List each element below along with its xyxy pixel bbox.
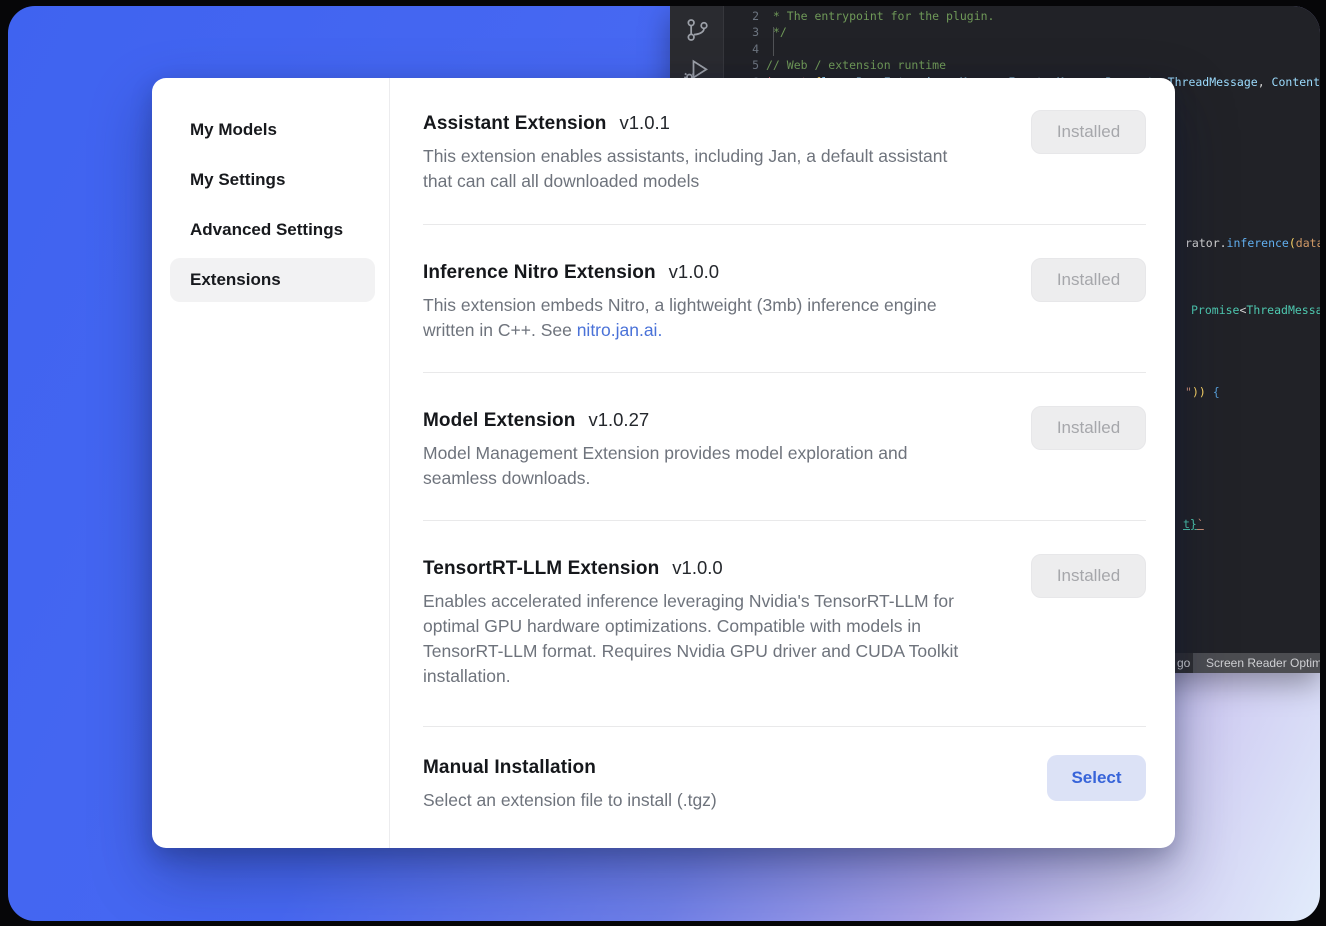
code-comment-line: * The entrypoint for the plugin. (766, 9, 994, 23)
extension-row-tensorrt-llm: TensortRT-LLM Extension v1.0.0 Enables a… (423, 521, 1146, 727)
sidebar-item-advanced-settings[interactable]: Advanced Settings (170, 208, 375, 252)
extension-version: v1.0.0 (669, 261, 719, 283)
screen-reader-optimized-status[interactable]: Screen Reader Optimiz (1193, 653, 1320, 673)
extensions-list: Assistant Extension v1.0.1 This extensio… (390, 78, 1175, 848)
installed-button[interactable]: Installed (1031, 110, 1146, 154)
extension-version: v1.0.1 (620, 112, 670, 134)
extension-row-model: Model Extension v1.0.27 Model Management… (423, 373, 1146, 521)
extension-title: TensortRT-LLM Extension (423, 558, 659, 580)
code-fragment-promise: Promise<ThreadMessage> (1191, 302, 1320, 318)
sidebar-item-extensions[interactable]: Extensions (170, 258, 375, 302)
extension-description: Enables accelerated inference leveraging… (423, 589, 1023, 689)
extension-version: v1.0.0 (672, 557, 722, 579)
indent-guide (773, 27, 774, 56)
settings-panel: My Models My Settings Advanced Settings … (152, 78, 1175, 848)
installed-button[interactable]: Installed (1031, 258, 1146, 302)
manual-installation-row: Manual Installation Select an extension … (423, 727, 1146, 813)
select-file-button[interactable]: Select (1047, 755, 1146, 801)
installed-button[interactable]: Installed (1031, 406, 1146, 450)
extension-row-assistant: Assistant Extension v1.0.1 This extensio… (423, 78, 1146, 225)
code-fragment-brace: ")) { (1185, 384, 1220, 400)
code-fragment-template-end: t}` (1183, 516, 1204, 532)
source-control-icon[interactable] (683, 16, 711, 44)
code-comment-line: // Web / extension runtime (766, 58, 946, 72)
installed-button[interactable]: Installed (1031, 554, 1146, 598)
settings-sidebar: My Models My Settings Advanced Settings … (152, 78, 390, 848)
code-fragment-inference: rator.inference(data)); (1185, 235, 1320, 251)
manual-installation-title: Manual Installation (423, 757, 596, 779)
sidebar-item-my-models[interactable]: My Models (170, 108, 375, 152)
code-comment-line: */ (766, 25, 787, 39)
extension-title: Inference Nitro Extension (423, 262, 656, 284)
extension-description: This extension enables assistants, inclu… (423, 144, 1023, 194)
extension-title: Model Extension (423, 410, 575, 432)
sidebar-item-my-settings[interactable]: My Settings (170, 158, 375, 202)
status-bar-left-text: go (1177, 653, 1190, 673)
app-window-background: 2 3 4 5 6 * The entrypoint for the plugi… (8, 6, 1320, 921)
extension-description: Model Management Extension provides mode… (423, 441, 1023, 491)
nitro-jan-ai-link[interactable]: nitro.jan.ai. (577, 320, 663, 340)
extension-description: This extension embeds Nitro, a lightweig… (423, 293, 1023, 343)
manual-installation-description: Select an extension file to install (.tg… (423, 788, 1023, 813)
extension-version: v1.0.27 (588, 409, 649, 431)
extension-row-inference-nitro: Inference Nitro Extension v1.0.0 This ex… (423, 225, 1146, 373)
extension-title: Assistant Extension (423, 113, 607, 135)
